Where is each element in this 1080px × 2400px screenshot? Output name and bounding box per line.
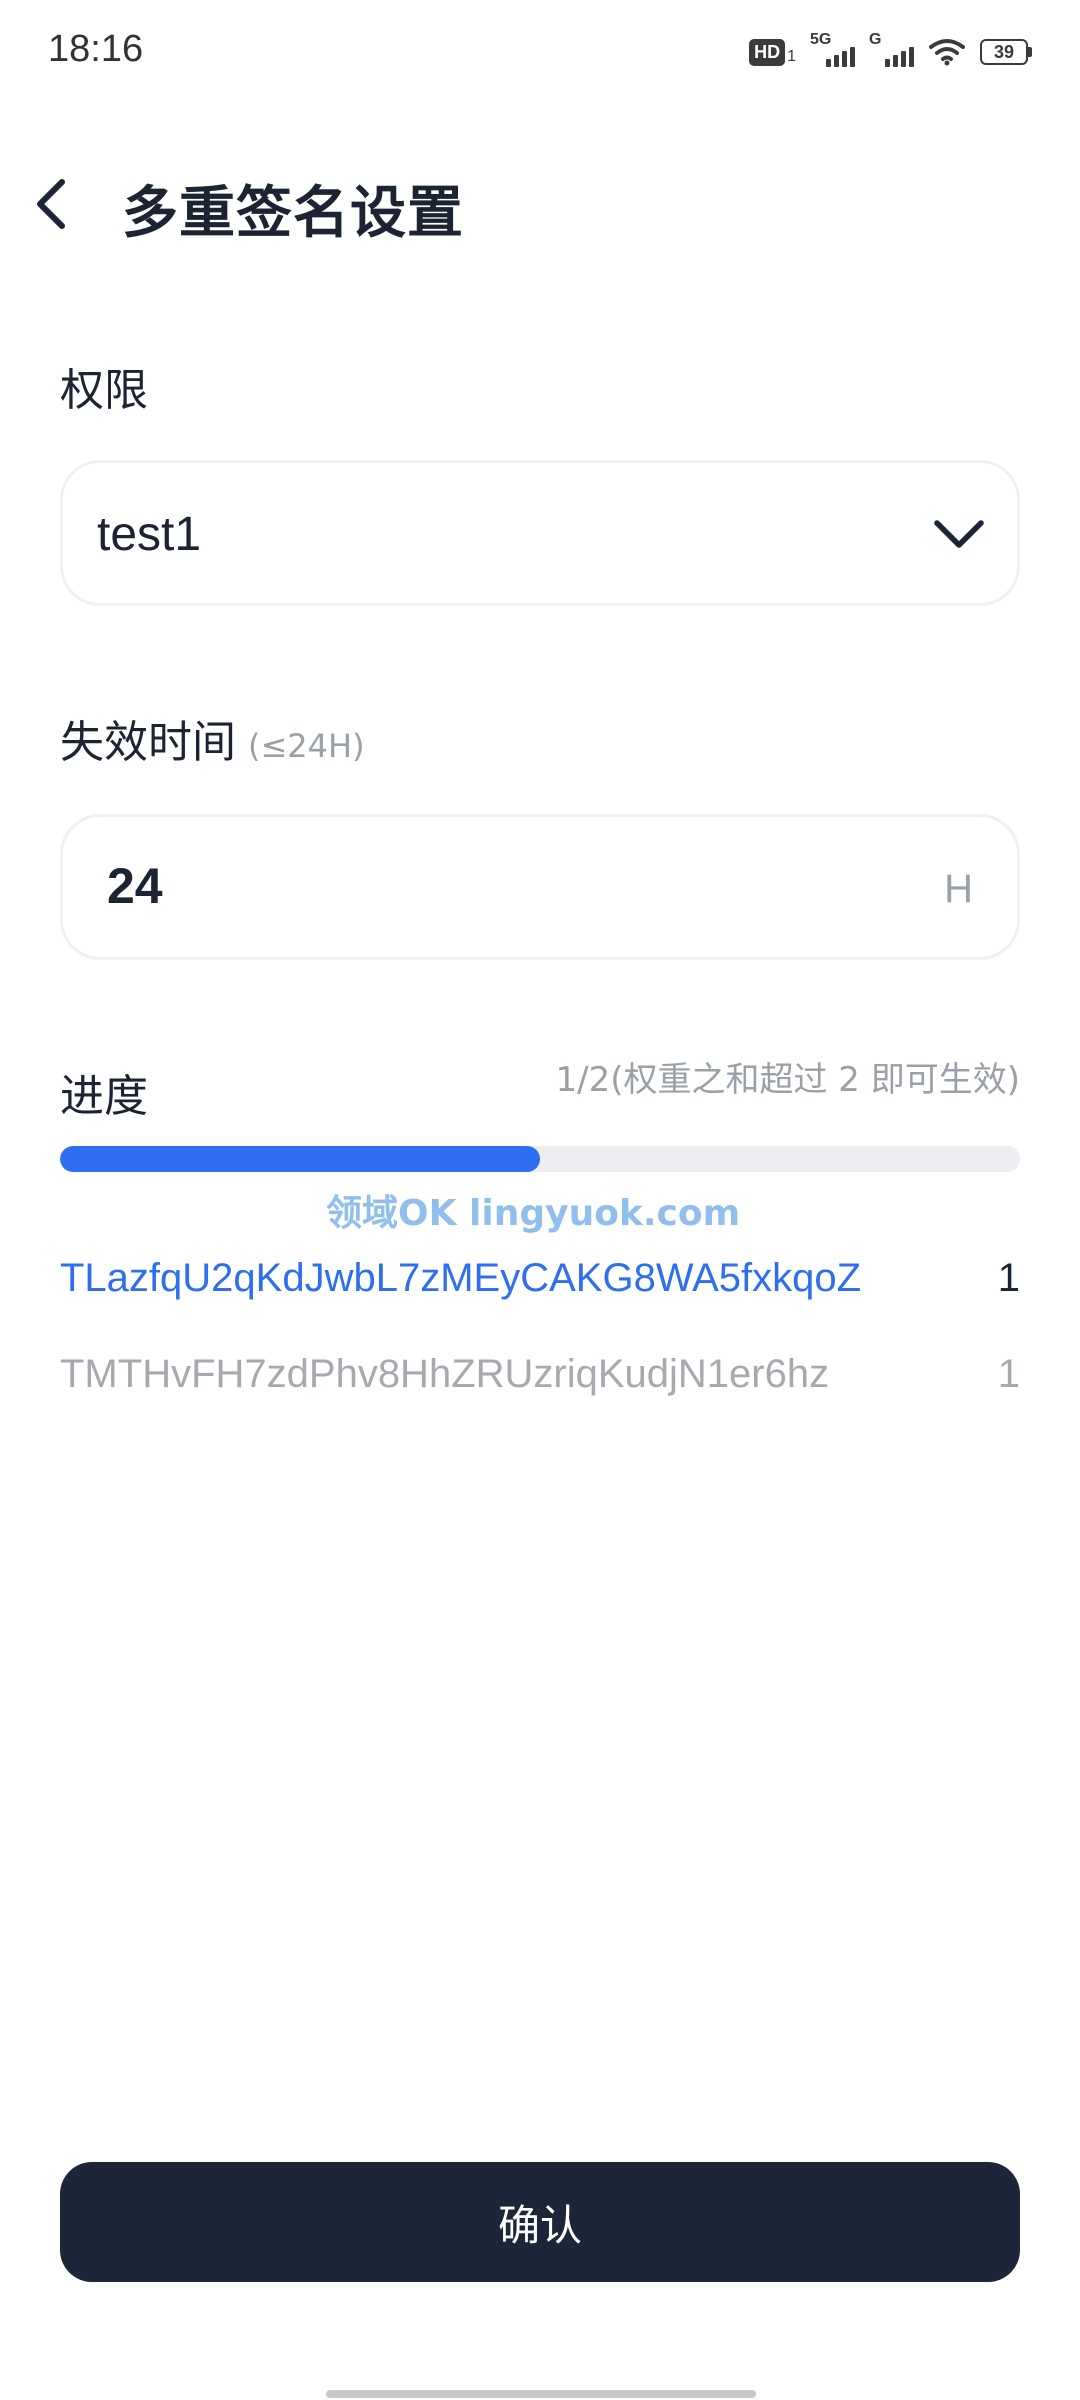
confirm-button[interactable]: 确认 [60,2162,1020,2282]
sim2-network-label: G [869,31,882,48]
header: 多重签名设置 [0,150,1080,260]
hd-sub-label: 1 [787,47,796,65]
watermark: 领域OK lingyuok.com [326,1193,741,1234]
permission-selected-value: test1 [97,508,202,561]
battery-icon: 39 [980,39,1032,65]
signer-row: TLazfqU2qKdJwbL7zMEyCAKG8WA5fxkqoZ 1 [60,1230,1020,1326]
expiry-label-row: 失效时间 (≤24H) [60,706,365,770]
permission-select[interactable]: test1 [60,460,1020,606]
expiry-input[interactable] [107,857,807,915]
status-bar: 18:16 HD 1 5G G 39 [0,0,1080,100]
signer-address: TLazfqU2qKdJwbL7zMEyCAKG8WA5fxkqoZ [60,1255,862,1300]
progress-bar-fill [60,1146,540,1172]
progress-status: 1/2(权重之和超过 2 即可生效) [555,1060,1021,1100]
signer-list: TLazfqU2qKdJwbL7zMEyCAKG8WA5fxkqoZ 1 TMTHv… [60,1230,1020,1422]
permission-label: 权限 [60,365,148,416]
sim2-signal-icon: G [869,31,914,67]
wifi-icon [929,39,965,66]
chevron-down-icon [934,520,984,548]
expiry-label: 失效时间 [60,717,236,768]
home-indicator[interactable] [326,2390,756,2398]
page-title: 多重签名设置 [122,181,464,246]
hd-label: HD [749,38,786,66]
signer-address: TMTHvFH7zdPhv8HhZRUzriqKudjN1er6hz [60,1351,830,1396]
expiry-field: H [60,814,1020,960]
expiry-unit: H [944,867,973,911]
signer-weight: 1 [997,1351,1020,1396]
progress-bar [60,1146,1020,1172]
battery-level: 39 [980,39,1028,65]
status-time: 18:16 [48,28,144,70]
signer-row: TMTHvFH7zdPhv8HhZRUzriqKudjN1er6hz 1 [60,1326,1020,1422]
sim1-signal-icon: 5G [810,31,855,67]
sim1-network-label: 5G [810,31,832,48]
status-icons: HD 1 5G G 39 [749,30,1032,74]
chevron-left-icon [37,179,65,229]
hd-voice-icon: HD 1 [749,38,796,66]
back-button[interactable] [20,172,84,236]
signer-weight: 1 [997,1255,1020,1300]
progress-label: 进度 [60,1071,148,1122]
expiry-hint: (≤24H) [248,727,365,765]
